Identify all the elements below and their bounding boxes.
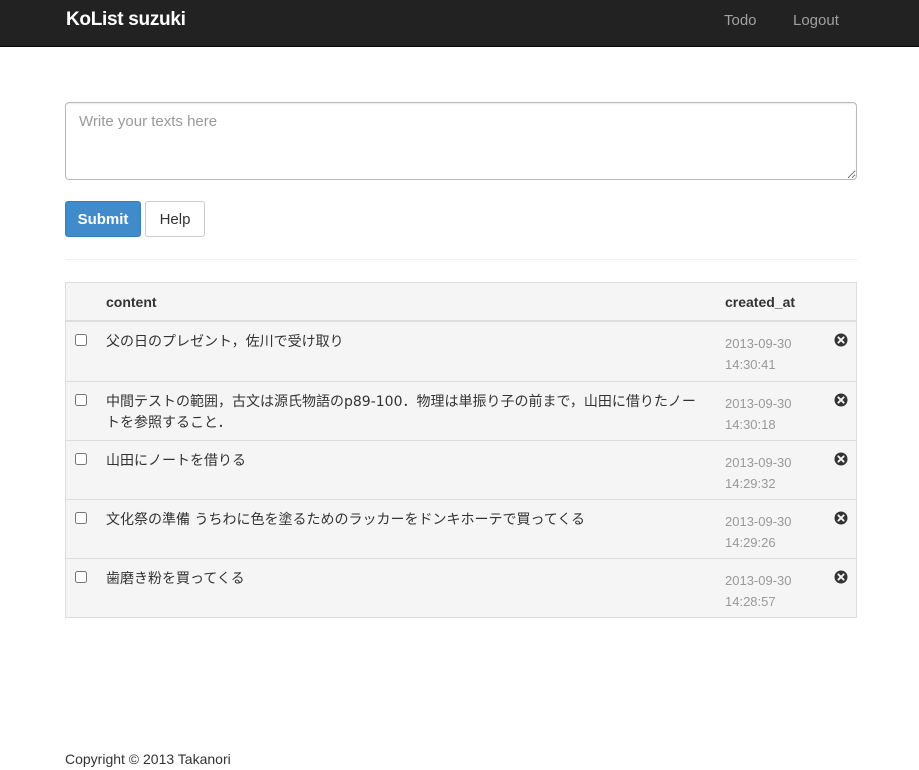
created-date: 2013-09-30 xyxy=(725,514,792,529)
column-header-created-at: created_at xyxy=(725,294,796,310)
remove-circle-icon[interactable] xyxy=(834,511,848,525)
created-time: 14:29:26 xyxy=(725,535,776,550)
todo-created-at: 2013-09-30 14:30:41 xyxy=(725,333,805,375)
todo-done-checkbox[interactable] xyxy=(75,571,87,583)
divider xyxy=(65,259,857,260)
todo-content: 文化祭の準備 うちわに色を塗るためのラッカーをドンキホーテで買ってくる xyxy=(106,512,586,528)
remove-circle-icon[interactable] xyxy=(834,393,848,407)
remove-circle-icon[interactable] xyxy=(834,333,848,347)
table-row: 中間テストの範囲，古文は源氏物語のp89-100．物理は単振り子の前まで，山田に… xyxy=(66,381,856,440)
created-time: 14:30:18 xyxy=(725,417,776,432)
remove-circle-icon[interactable] xyxy=(834,570,848,584)
created-date: 2013-09-30 xyxy=(725,396,792,411)
created-time: 14:30:41 xyxy=(725,357,776,372)
help-button[interactable]: Help xyxy=(145,201,205,237)
todo-content: 山田にノートを借りる xyxy=(106,453,246,469)
brand-link[interactable]: KoList suzuki xyxy=(66,9,186,31)
todo-done-checkbox[interactable] xyxy=(75,394,87,406)
nav-link-logout[interactable]: Logout xyxy=(793,12,839,29)
todo-created-at: 2013-09-30 14:29:32 xyxy=(725,452,805,494)
table-body: 父の日のプレゼント，佐川で受け取り 2013-09-30 14:30:41 中間テスト… xyxy=(66,322,856,617)
created-date: 2013-09-30 xyxy=(725,573,792,588)
todo-content: 歯磨き粉を買ってくる xyxy=(106,571,245,587)
table-row: 父の日のプレゼント，佐川で受け取り 2013-09-30 14:30:41 xyxy=(66,322,856,381)
created-time: 14:29:32 xyxy=(725,476,776,491)
todo-content: 父の日のプレゼント，佐川で受け取り xyxy=(106,334,344,350)
table-row: 山田にノートを借りる 2013-09-30 14:29:32 xyxy=(66,440,856,499)
created-date: 2013-09-30 xyxy=(725,455,792,470)
todo-done-checkbox[interactable] xyxy=(75,453,87,465)
todo-text-input[interactable] xyxy=(65,102,857,180)
todo-done-checkbox[interactable] xyxy=(75,334,87,346)
created-date: 2013-09-30 xyxy=(725,336,792,351)
nav-link-todo[interactable]: Todo xyxy=(724,12,757,29)
navbar: KoList suzuki Todo Logout xyxy=(0,0,919,47)
table-header: content created_at xyxy=(66,283,856,322)
table-row: 文化祭の準備 うちわに色を塗るためのラッカーをドンキホーテで買ってくる 2013-… xyxy=(66,499,856,558)
todo-table: content created_at 父の日のプレゼント，佐川で受け取り 2013… xyxy=(65,282,857,618)
created-time: 14:28:57 xyxy=(725,594,776,609)
footer-copyright: Copyright © 2013 Takanori xyxy=(65,751,231,767)
todo-created-at: 2013-09-30 14:28:57 xyxy=(725,570,805,612)
remove-circle-icon[interactable] xyxy=(834,452,848,466)
submit-button[interactable]: Submit xyxy=(65,201,141,237)
todo-created-at: 2013-09-30 14:29:26 xyxy=(725,511,805,553)
todo-done-checkbox[interactable] xyxy=(75,512,87,524)
column-header-content: content xyxy=(106,294,157,310)
todo-content: 中間テストの範囲，古文は源氏物語のp89-100．物理は単振り子の前まで，山田に… xyxy=(106,394,696,431)
table-row: 歯磨き粉を買ってくる 2013-09-30 14:28:57 xyxy=(66,558,856,617)
todo-created-at: 2013-09-30 14:30:18 xyxy=(725,393,805,435)
